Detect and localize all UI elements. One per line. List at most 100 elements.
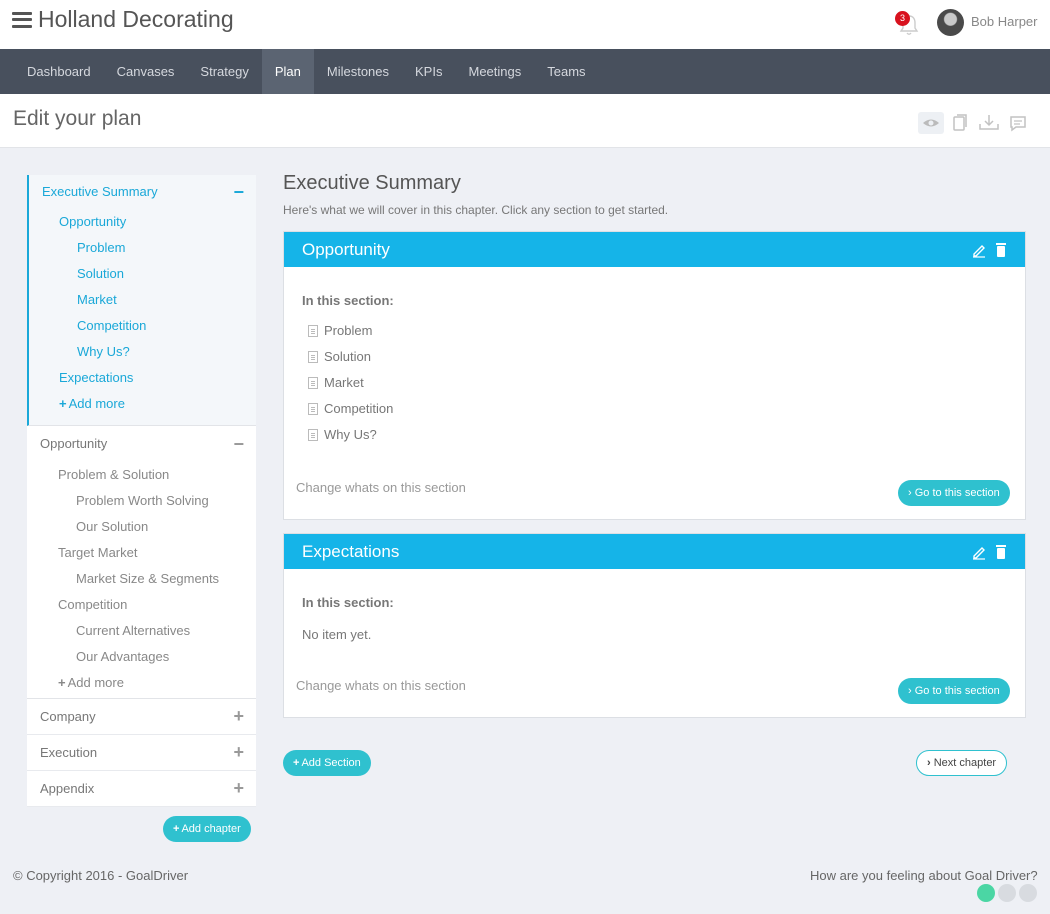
nav-plan[interactable]: Plan: [261, 49, 314, 94]
nav-milestones[interactable]: Milestones: [314, 49, 402, 94]
document-icon: [308, 402, 318, 415]
add-chapter-button[interactable]: + Add chapter: [163, 816, 251, 842]
neutral-face-icon[interactable]: [998, 884, 1016, 902]
sidebar-item-problem-solution[interactable]: Problem & Solution: [27, 462, 256, 488]
nav-canvases[interactable]: Canvases: [104, 49, 188, 94]
add-more-label: Add more: [68, 396, 125, 411]
go-to-section-label: Go to this section: [914, 685, 1000, 697]
collapse-icon[interactable]: −: [233, 175, 244, 209]
go-to-section-button[interactable]: › Go to this section: [898, 480, 1010, 506]
sidebar-item-our-solution[interactable]: Our Solution: [27, 514, 256, 540]
sidebar-item-market[interactable]: Market: [29, 287, 256, 313]
section-item-label: Market: [324, 375, 364, 390]
document-icon: [308, 324, 318, 337]
change-section-link[interactable]: Change whats on this section: [296, 480, 466, 495]
happy-face-icon[interactable]: [977, 884, 995, 902]
chevron-right-icon: ›: [908, 487, 915, 499]
section-card-header[interactable]: Opportunity: [284, 232, 1025, 267]
chapter-sidebar: Executive Summary − Opportunity Problem …: [27, 175, 256, 807]
chapter-title[interactable]: Executive Summary −: [29, 175, 256, 209]
brand: Holland Decorating: [12, 6, 234, 33]
plus-icon: +: [59, 396, 67, 411]
nav-dashboard[interactable]: Dashboard: [14, 49, 104, 94]
document-icon: [308, 350, 318, 363]
plus-icon: +: [293, 757, 300, 769]
sidebar-item-our-advantages[interactable]: Our Advantages: [27, 644, 256, 670]
add-more-link[interactable]: + Add more: [29, 391, 256, 417]
sidebar-item-current-alternatives[interactable]: Current Alternatives: [27, 618, 256, 644]
sidebar-item-solution[interactable]: Solution: [29, 261, 256, 287]
nav-teams[interactable]: Teams: [534, 49, 598, 94]
chapter-title-label: Executive Summary: [42, 184, 158, 199]
chapter-executive-summary: Executive Summary − Opportunity Problem …: [27, 175, 256, 426]
add-more-label: Add more: [67, 675, 124, 690]
add-section-button[interactable]: + Add Section: [283, 750, 371, 776]
nav-kpis[interactable]: KPIs: [402, 49, 455, 94]
chapter-company[interactable]: Company +: [27, 699, 256, 735]
edit-icon[interactable]: [971, 242, 987, 258]
chapter-title[interactable]: Opportunity −: [27, 426, 256, 462]
sad-face-icon[interactable]: [1019, 884, 1037, 902]
add-more-link[interactable]: + Add more: [27, 670, 256, 696]
nav-strategy[interactable]: Strategy: [187, 49, 261, 94]
page-header: Edit your plan: [0, 94, 1050, 148]
plus-icon: +: [58, 675, 66, 690]
sidebar-item-problem-worth-solving[interactable]: Problem Worth Solving: [27, 488, 256, 514]
section-title: Opportunity: [302, 240, 390, 259]
sidebar-item-competition[interactable]: Competition: [29, 313, 256, 339]
change-section-link[interactable]: Change whats on this section: [296, 678, 466, 693]
nav-meetings[interactable]: Meetings: [455, 49, 534, 94]
page-title: Edit your plan: [13, 107, 142, 130]
chapter-appendix[interactable]: Appendix +: [27, 771, 256, 807]
section-item[interactable]: Market: [308, 375, 364, 390]
sidebar-item-target-market[interactable]: Target Market: [27, 540, 256, 566]
user-name[interactable]: Bob Harper: [971, 14, 1037, 29]
chapter-opportunity: Opportunity − Problem & Solution Problem…: [27, 426, 256, 699]
eye-icon[interactable]: [918, 112, 944, 134]
main-nav: Dashboard Canvases Strategy Plan Milesto…: [0, 49, 1050, 94]
trash-icon[interactable]: [995, 242, 1007, 258]
collapse-icon[interactable]: −: [233, 426, 244, 462]
expand-icon[interactable]: +: [233, 699, 244, 734]
section-item-label: Solution: [324, 349, 371, 364]
sidebar-item-expectations[interactable]: Expectations: [29, 365, 256, 391]
section-item-label: Competition: [324, 401, 394, 416]
avatar[interactable]: [937, 9, 964, 36]
sidebar-item-competition[interactable]: Competition: [27, 592, 256, 618]
sidebar-item-problem[interactable]: Problem: [29, 235, 256, 261]
expand-icon[interactable]: +: [233, 771, 244, 806]
section-item[interactable]: Why Us?: [308, 427, 377, 442]
add-section-label: Add Section: [301, 757, 361, 769]
chapter-title-label: Execution: [40, 745, 98, 760]
comment-icon[interactable]: [1006, 112, 1032, 134]
in-section-label: In this section:: [302, 595, 394, 610]
section-item[interactable]: Competition: [308, 401, 393, 416]
sidebar-item-why-us[interactable]: Why Us?: [29, 339, 256, 365]
feedback-question: How are you feeling about Goal Driver?: [810, 868, 1038, 883]
top-bar: Holland Decorating 3 Bob Harper: [0, 0, 1050, 49]
next-chapter-button[interactable]: › Next chapter: [916, 750, 1008, 776]
copyright-text: © Copyright 2016 - GoalDriver: [13, 868, 189, 883]
section-title: Expectations: [302, 542, 400, 561]
chapter-execution[interactable]: Execution +: [27, 735, 256, 771]
edit-icon[interactable]: [971, 544, 987, 560]
go-to-section-button[interactable]: › Go to this section: [898, 678, 1010, 704]
sidebar-item-market-size-segments[interactable]: Market Size & Segments: [27, 566, 256, 592]
trash-icon[interactable]: [995, 544, 1007, 560]
go-to-section-label: Go to this section: [914, 487, 1000, 499]
section-card-body: In this section: No item yet. Change wha…: [284, 569, 1025, 717]
section-item[interactable]: Solution: [308, 349, 371, 364]
download-icon[interactable]: [976, 112, 1002, 134]
section-item-label: Problem: [324, 323, 373, 338]
section-card-header[interactable]: Expectations: [284, 534, 1025, 569]
expand-icon[interactable]: +: [233, 735, 244, 770]
copy-document-icon[interactable]: [948, 112, 974, 134]
chapter-title-label: Company: [40, 709, 96, 724]
plus-icon: +: [173, 823, 180, 835]
brand-name[interactable]: Holland Decorating: [38, 6, 234, 33]
section-item-label: Why Us?: [324, 427, 377, 442]
section-item[interactable]: Problem: [308, 323, 372, 338]
hamburger-menu-icon[interactable]: [12, 11, 32, 28]
sidebar-item-opportunity[interactable]: Opportunity: [29, 209, 256, 235]
next-chapter-label: Next chapter: [933, 757, 997, 769]
